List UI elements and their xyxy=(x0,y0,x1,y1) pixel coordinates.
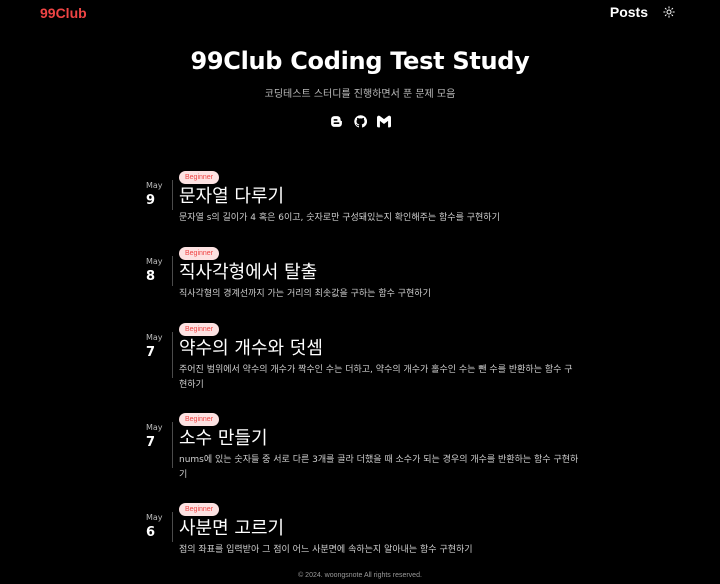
post-body: Beginner 사분면 고르기 점의 좌표를 입력받아 그 점이 어느 사분면… xyxy=(179,496,580,566)
post-title[interactable]: 사분면 고르기 xyxy=(179,518,580,540)
post-title[interactable]: 소수 만들기 xyxy=(179,428,580,450)
footer-copyright: © 2024. woongsnote All rights reserved. xyxy=(298,572,422,579)
theme-toggle-button[interactable] xyxy=(662,5,676,19)
post-item[interactable]: May 8 Beginner 직사각형에서 탈출 직사각형의 경계선까지 가는 … xyxy=(140,240,580,316)
top-nav: Posts xyxy=(610,4,676,20)
post-day: 6 xyxy=(146,525,156,540)
post-body: Beginner 직사각형에서 탈출 직사각형의 경계선까지 가는 거리의 최솟… xyxy=(179,240,580,316)
post-description: 직사각형의 경계선까지 가는 거리의 최솟값을 구하는 함수 구현하기 xyxy=(179,289,431,299)
post-month: May xyxy=(146,333,163,342)
post-divider xyxy=(172,332,173,378)
post-divider xyxy=(172,180,173,210)
page-subtitle: 코딩테스트 스터디를 진행하면서 푼 문제 모음 xyxy=(264,89,456,100)
post-item[interactable]: May 7 Beginner 약수의 개수와 덧셈 주어진 범위에서 약수의 개… xyxy=(140,316,580,406)
post-item[interactable]: May 7 Beginner 소수 만들기 nums에 있는 숫자들 중 서로 … xyxy=(140,406,580,496)
page-title: 99Club Coding Test Study xyxy=(190,47,530,75)
github-icon xyxy=(353,114,367,127)
post-divider xyxy=(172,512,173,542)
hero-section: 99Club Coding Test Study 코딩테스트 스터디를 진행하면… xyxy=(0,44,720,128)
post-day: 8 xyxy=(146,269,156,284)
blogger-link[interactable] xyxy=(329,114,343,128)
sun-icon xyxy=(663,6,675,18)
gmail-link[interactable] xyxy=(377,114,391,128)
tag-badge[interactable]: Beginner xyxy=(179,503,220,516)
post-title[interactable]: 문자열 다루기 xyxy=(179,186,580,208)
post-title[interactable]: 약수의 개수와 덧셈 xyxy=(179,338,580,360)
post-item[interactable]: May 9 Beginner 문자열 다루기 문자열 s의 길이가 4 혹은 6… xyxy=(140,164,580,240)
post-body: Beginner 소수 만들기 nums에 있는 숫자들 중 서로 다른 3개를… xyxy=(179,406,580,496)
post-date: May 6 xyxy=(146,496,172,566)
brand-logo-link[interactable]: 99Club xyxy=(40,5,87,21)
post-description: 주어진 범위에서 약수의 개수가 짝수인 수는 더하고, 약수의 개수가 홀수인… xyxy=(179,365,573,390)
post-divider xyxy=(172,256,173,286)
post-description: 점의 좌표를 입력받아 그 점이 어느 사분면에 속하는지 알아내는 함수 구현… xyxy=(179,545,473,555)
blogger-icon xyxy=(330,115,342,127)
post-day: 7 xyxy=(146,345,156,360)
post-description: 문자열 s의 길이가 4 혹은 6이고, 숫자로만 구성돼있는지 확인해주는 함… xyxy=(179,213,500,223)
post-day: 7 xyxy=(146,435,156,450)
tag-badge[interactable]: Beginner xyxy=(179,247,220,260)
post-body: Beginner 문자열 다루기 문자열 s의 길이가 4 혹은 6이고, 숫자… xyxy=(179,164,580,240)
post-date: May 7 xyxy=(146,406,172,496)
post-month: May xyxy=(146,257,163,266)
post-date: May 8 xyxy=(146,240,172,316)
post-date: May 9 xyxy=(146,164,172,240)
post-date: May 7 xyxy=(146,316,172,406)
post-day: 9 xyxy=(146,193,156,208)
post-month: May xyxy=(146,513,163,522)
page: 99Club Posts 99Club Coding Test Study 코딩… xyxy=(0,0,720,584)
github-link[interactable] xyxy=(353,114,367,128)
post-body: Beginner 약수의 개수와 덧셈 주어진 범위에서 약수의 개수가 짝수인… xyxy=(179,316,580,406)
tag-badge[interactable]: Beginner xyxy=(179,171,220,184)
post-item[interactable]: May 6 Beginner 사분면 고르기 점의 좌표를 입력받아 그 점이 … xyxy=(140,496,580,566)
social-links xyxy=(0,114,720,128)
tag-badge[interactable]: Beginner xyxy=(179,323,220,336)
post-title[interactable]: 직사각형에서 탈출 xyxy=(179,262,580,284)
gmail-icon xyxy=(377,115,391,127)
post-list: May 9 Beginner 문자열 다루기 문자열 s의 길이가 4 혹은 6… xyxy=(140,164,580,566)
post-divider xyxy=(172,422,173,468)
nav-posts-link[interactable]: Posts xyxy=(610,4,648,20)
post-description: nums에 있는 숫자들 중 서로 다른 3개를 골라 더했을 때 소수가 되는… xyxy=(179,455,579,480)
tag-badge[interactable]: Beginner xyxy=(179,413,220,426)
post-month: May xyxy=(146,423,163,432)
post-month: May xyxy=(146,181,163,190)
